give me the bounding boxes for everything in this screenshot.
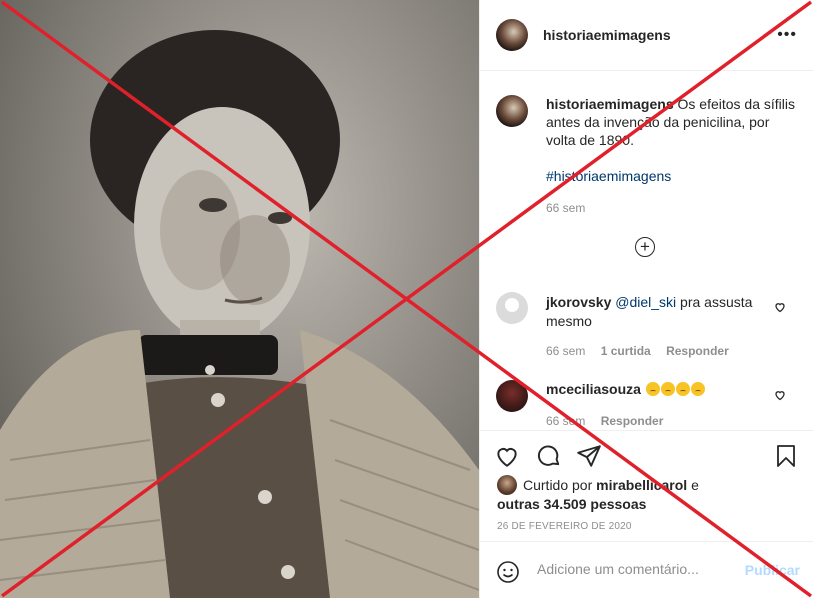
share-icon[interactable] xyxy=(576,443,602,469)
more-options-icon[interactable]: ••• xyxy=(777,26,797,44)
likes-summary: Curtido por mirabellicarol e outras 34.5… xyxy=(497,475,699,513)
comment-likes[interactable]: 1 curtida xyxy=(601,344,651,358)
hashtag-link[interactable]: #historiaemimagens xyxy=(546,167,796,185)
caption-username[interactable]: historiaemimagens xyxy=(546,96,674,112)
post-date[interactable]: 26 DE FEVEREIRO DE 2020 xyxy=(497,521,632,532)
load-more-comments-button[interactable]: + xyxy=(635,237,655,257)
post-header: historiaemimagens ••• xyxy=(480,0,813,71)
publish-button[interactable]: Publicar xyxy=(745,562,800,578)
heart-icon[interactable] xyxy=(494,443,520,469)
post-side-panel: historiaemimagens ••• historiaemimagens … xyxy=(479,0,813,598)
comment-time[interactable]: 66 sem xyxy=(546,344,585,358)
bookmark-icon[interactable] xyxy=(774,443,798,469)
comment-meta: 66 sem 1 curtida Responder xyxy=(546,344,729,358)
portrait-illustration xyxy=(0,30,479,598)
sad-face-emoji-icon xyxy=(675,382,690,396)
post-image[interactable] xyxy=(0,0,479,598)
likes-count[interactable]: outras 34.509 pessoas xyxy=(497,496,646,512)
liker-avatar[interactable] xyxy=(497,475,517,495)
likes-middle: e xyxy=(687,477,699,493)
comment-meta: 66 sem Responder xyxy=(546,414,663,428)
caption-avatar[interactable] xyxy=(496,95,528,127)
comment-icon[interactable] xyxy=(536,443,562,469)
emoji-icon[interactable] xyxy=(496,560,520,584)
reply-button[interactable]: Responder xyxy=(666,344,729,358)
comment-username[interactable]: jkorovsky xyxy=(546,294,611,310)
reply-button[interactable]: Responder xyxy=(601,414,664,428)
author-avatar[interactable] xyxy=(496,19,528,51)
comment-like-icon[interactable] xyxy=(774,389,786,401)
sad-face-emoji-icon xyxy=(645,382,660,396)
caption: historiaemimagens Os efeitos da sífilis … xyxy=(546,95,796,185)
add-comment-input[interactable] xyxy=(535,560,739,578)
comment-avatar[interactable] xyxy=(496,292,528,324)
sad-face-emoji-icon xyxy=(660,382,675,396)
add-comment-bar: Publicar xyxy=(480,541,813,599)
comment-like-icon[interactable] xyxy=(774,301,786,313)
sad-face-emoji-icon xyxy=(690,382,705,396)
likes-prefix: Curtido por xyxy=(523,477,597,493)
author-username[interactable]: historiaemimagens xyxy=(543,27,671,43)
comment-time[interactable]: 66 sem xyxy=(546,414,585,428)
liker-username[interactable]: mirabellicarol xyxy=(596,477,687,493)
comment: mceciliasouza xyxy=(546,380,771,399)
caption-time[interactable]: 66 sem xyxy=(546,201,585,215)
comments-list[interactable]: historiaemimagens Os efeitos da sífilis … xyxy=(480,71,813,429)
comment-mention[interactable]: @diel_ski xyxy=(615,294,676,310)
comment: jkorovsky @diel_ski pra assusta mesmo xyxy=(546,293,771,331)
comment-username[interactable]: mceciliasouza xyxy=(546,381,641,397)
comment-avatar[interactable] xyxy=(496,380,528,412)
